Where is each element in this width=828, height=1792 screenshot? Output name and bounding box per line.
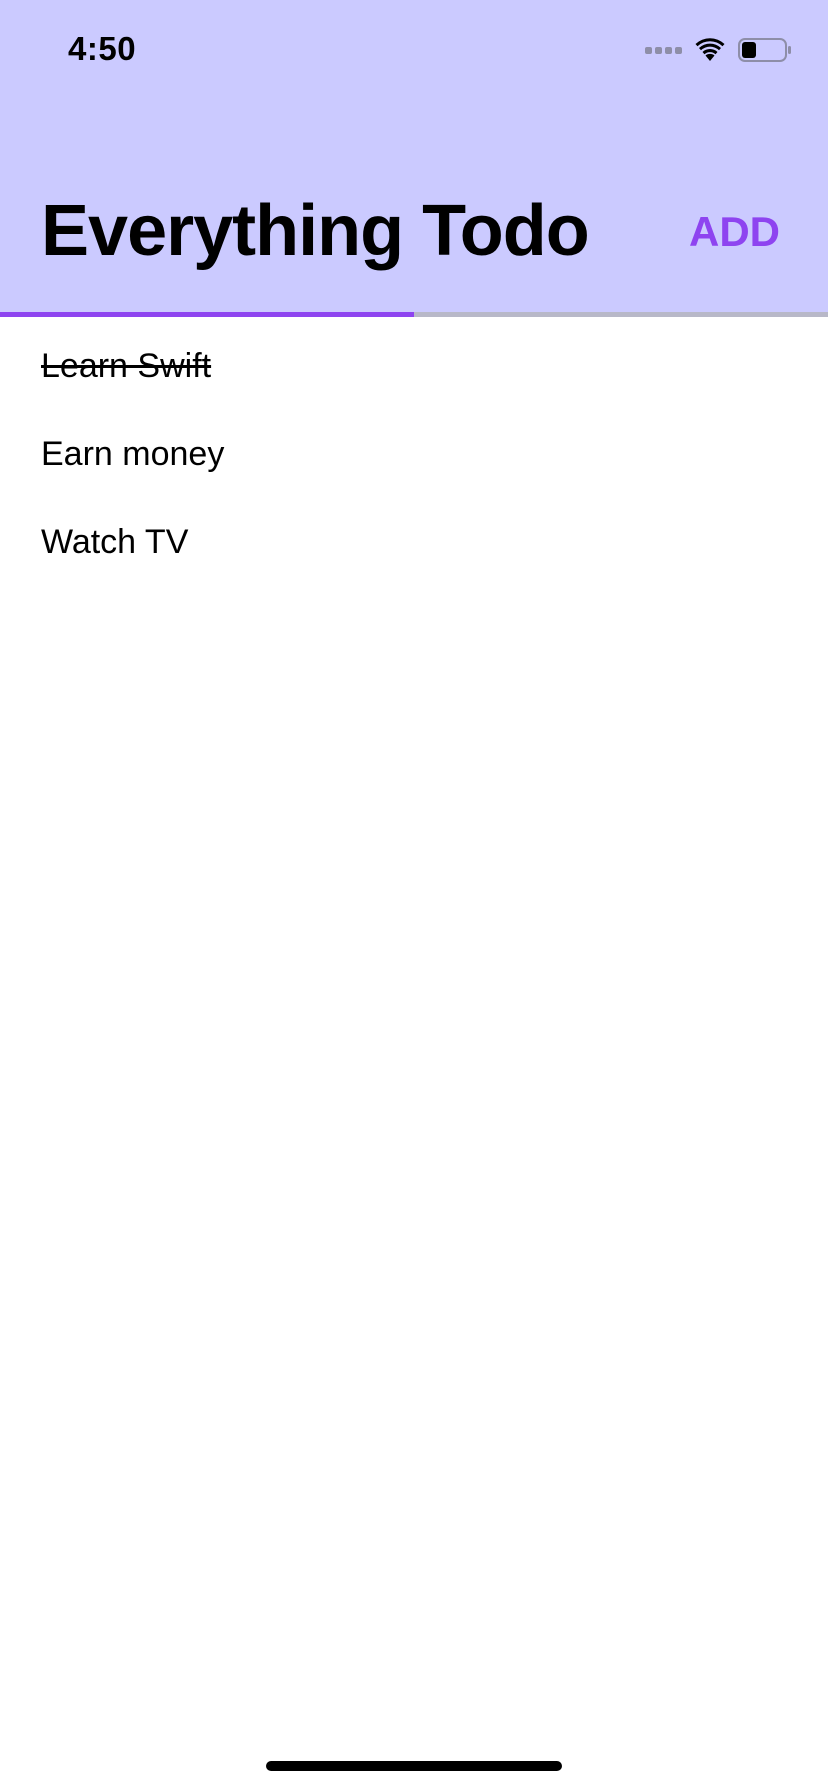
status-bar: 4:50 xyxy=(0,0,828,100)
add-button[interactable]: ADD xyxy=(689,204,780,260)
todo-item[interactable]: Watch TV xyxy=(0,520,828,608)
todo-screen: 4:50 Everything Todo ADD Learn Swift Ear… xyxy=(0,0,828,1792)
battery-icon xyxy=(738,38,791,62)
todo-list: Learn Swift Earn money Watch TV xyxy=(0,344,828,608)
status-icons xyxy=(645,36,792,64)
status-time: 4:50 xyxy=(68,30,137,67)
todo-item-label: Learn Swift xyxy=(41,347,212,385)
home-indicator[interactable] xyxy=(266,1761,562,1771)
todo-item-label: Earn money xyxy=(41,435,225,473)
navigation-header: 4:50 Everything Todo ADD xyxy=(0,0,828,314)
todo-item[interactable]: Learn Swift xyxy=(0,344,828,432)
page-title: Everything Todo xyxy=(41,191,590,271)
todo-item[interactable]: Earn money xyxy=(0,432,828,520)
cellular-signal-icon xyxy=(645,46,682,54)
completion-progress-bar xyxy=(0,312,828,317)
wifi-icon xyxy=(695,38,725,61)
todo-item-label: Watch TV xyxy=(41,523,189,561)
completion-progress-fill xyxy=(0,312,414,317)
